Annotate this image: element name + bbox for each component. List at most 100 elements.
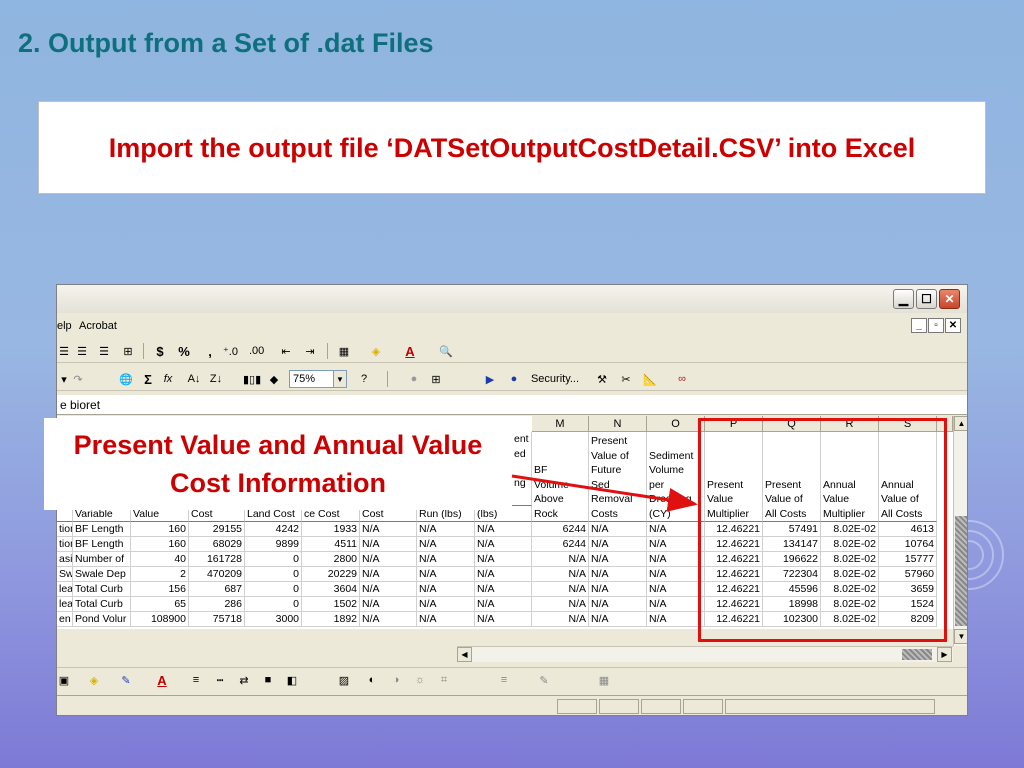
control-toolbox-icon[interactable]: ⚒ (595, 370, 609, 388)
column-header-m[interactable]: M (532, 416, 589, 432)
table-cell[interactable]: N/A (647, 567, 705, 582)
table-cell[interactable]: 20229 (302, 567, 360, 582)
maximize-button[interactable]: ☐ (916, 289, 937, 309)
table-cell[interactable]: 6244 (532, 522, 589, 537)
currency-icon[interactable]: $ (153, 342, 167, 360)
undo-dropdown-icon[interactable]: ▾ (57, 370, 71, 388)
table-cell[interactable]: N/A (647, 597, 705, 612)
table-cell[interactable]: 108900 (131, 612, 189, 627)
table-cell[interactable]: 65 (131, 597, 189, 612)
table-cell[interactable]: 29155 (189, 522, 245, 537)
header-cell-n[interactable]: Present Value of Future Sed Removal Cost… (589, 432, 647, 522)
find-icon[interactable]: 🔍 (439, 342, 453, 360)
header-cell-m[interactable]: BF Volume Above Rock (532, 432, 589, 522)
sort-ascending-icon[interactable]: A↓ (187, 370, 201, 388)
table-cell[interactable]: 75718 (189, 612, 245, 627)
line-icon[interactable]: ≡ (497, 671, 511, 689)
chart-wizard-icon[interactable]: ▮▯▮ (243, 370, 261, 388)
table-cell[interactable]: 687 (189, 582, 245, 597)
function-icon[interactable]: fx (161, 370, 175, 388)
table-cell[interactable]: 161728 (189, 552, 245, 567)
minimize-button[interactable]: ▁ (893, 289, 914, 309)
table-cell[interactable]: 2 (131, 567, 189, 582)
table-cell[interactable]: N/A (589, 537, 647, 552)
table-cell[interactable]: N/A (589, 522, 647, 537)
table-cell[interactable]: N/A (589, 597, 647, 612)
reset-picture-icon[interactable]: ▦ (597, 671, 611, 689)
table-cell[interactable]: N/A (417, 582, 475, 597)
table-cell[interactable]: N/A (589, 582, 647, 597)
table-cell[interactable]: N/A (417, 612, 475, 627)
table-cell[interactable]: 0 (245, 552, 302, 567)
doc-restore-button[interactable]: ▫ (928, 318, 944, 333)
table-cell[interactable]: 1502 (302, 597, 360, 612)
formula-bar[interactable]: e bioret (57, 395, 967, 415)
table-cell[interactable]: N/A (532, 567, 589, 582)
table-cell[interactable]: 6244 (532, 537, 589, 552)
table-cell[interactable]: N/A (532, 582, 589, 597)
table-cell[interactable]: N/A (417, 552, 475, 567)
scroll-down-icon[interactable]: ▼ (954, 629, 967, 644)
table-cell[interactable]: N/A (647, 552, 705, 567)
table-cell[interactable]: N/A (589, 567, 647, 582)
table-cell[interactable]: 4242 (245, 522, 302, 537)
drawing-icon[interactable]: ◆ (267, 370, 281, 388)
table-cell[interactable]: 160 (131, 522, 189, 537)
table-cell[interactable]: N/A (475, 567, 532, 582)
font-color-icon[interactable]: A (155, 671, 169, 689)
align-right-icon[interactable]: ☰ (97, 342, 111, 360)
table-cell[interactable]: 0 (245, 567, 302, 582)
table-cell[interactable]: N/A (532, 597, 589, 612)
table-cell[interactable]: N/A (360, 597, 417, 612)
horizontal-scrollbar[interactable]: ◀ ▶ (457, 646, 953, 662)
table-cell[interactable]: N/A (589, 552, 647, 567)
merge-center-icon[interactable]: ⊞ (121, 342, 135, 360)
header-cell-partial[interactable]: ent ed ng (512, 432, 532, 506)
percent-icon[interactable]: % (177, 342, 191, 360)
image-control-icon[interactable]: ◐ (365, 671, 379, 689)
table-cell[interactable]: N/A (417, 567, 475, 582)
table-cell[interactable]: 3000 (245, 612, 302, 627)
table-cell[interactable]: Swa (57, 567, 73, 582)
table-cell[interactable]: 4511 (302, 537, 360, 552)
design-mode-icon[interactable]: 📐 (643, 370, 657, 388)
3d-icon[interactable]: ◧ (285, 671, 299, 689)
table-cell[interactable]: 3604 (302, 582, 360, 597)
increase-decimal-icon[interactable]: ⁺.0 (223, 342, 238, 360)
scroll-thumb-horizontal[interactable] (902, 649, 932, 660)
menu-acrobat[interactable]: Acrobat (79, 320, 117, 332)
run-macro-icon[interactable]: ▶ (483, 370, 497, 388)
arrow-style-icon[interactable]: ⇄ (237, 671, 251, 689)
column-header-n[interactable]: N (589, 416, 647, 432)
table-cell[interactable]: Swale Dep (73, 567, 131, 582)
table-cell[interactable]: lea (57, 582, 73, 597)
shadow-icon[interactable]: ■ (261, 671, 275, 689)
table-cell[interactable]: N/A (475, 552, 532, 567)
table-cell[interactable]: 0 (245, 582, 302, 597)
acrobat-icon[interactable]: ∞ (675, 370, 689, 388)
dash-style-icon[interactable]: ┅ (213, 671, 227, 689)
table-cell[interactable]: N/A (360, 582, 417, 597)
table-cell[interactable]: Pond Volur (73, 612, 131, 627)
decrease-decimal-icon[interactable]: .00 (249, 342, 264, 360)
shape-icon[interactable]: ▣ (57, 671, 71, 689)
table-cell[interactable]: tion (57, 537, 73, 552)
borders-icon[interactable]: ▦ (337, 342, 351, 360)
table-cell[interactable]: N/A (360, 567, 417, 582)
increase-indent-icon[interactable]: ⇥ (303, 342, 317, 360)
table-cell[interactable]: N/A (417, 522, 475, 537)
sort-descending-icon[interactable]: Z↓ (209, 370, 223, 388)
fill-color-icon[interactable]: ◈ (87, 671, 101, 689)
form-icon[interactable]: ⊞ (429, 370, 443, 388)
table-cell[interactable]: N/A (589, 612, 647, 627)
table-cell[interactable]: Total Curb (73, 597, 131, 612)
zoom-select[interactable]: 75% ▼ (289, 370, 347, 388)
insert-picture-icon[interactable]: ▨ (337, 671, 351, 689)
table-cell[interactable]: N/A (647, 522, 705, 537)
table-cell[interactable]: lea (57, 597, 73, 612)
menu-help[interactable]: elp (57, 320, 72, 332)
table-cell[interactable]: 0 (245, 597, 302, 612)
column-header-o[interactable]: O (647, 416, 705, 432)
table-cell[interactable]: N/A (475, 522, 532, 537)
doc-close-button[interactable]: ✕ (945, 318, 961, 333)
